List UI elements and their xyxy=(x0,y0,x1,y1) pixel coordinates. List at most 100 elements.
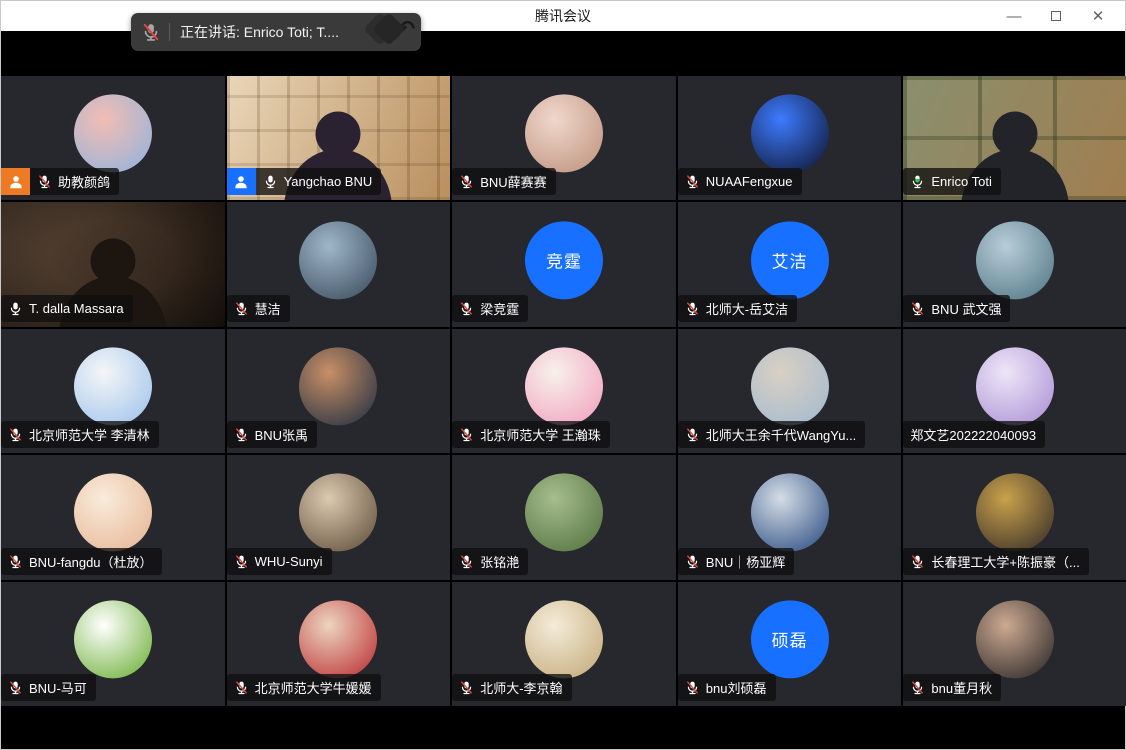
name-label: bnu董月秋 xyxy=(903,674,1001,701)
participant-tile[interactable]: BNU张禹 xyxy=(227,329,451,453)
participant-tile[interactable]: 硕磊 bnu刘硕磊 xyxy=(678,582,902,706)
participant-tile[interactable]: 艾洁 北师大-岳艾洁 xyxy=(678,202,902,326)
name-label: BNU薛赛赛 xyxy=(452,168,555,195)
avatar: 竞霆 xyxy=(525,221,603,299)
mic-icon xyxy=(910,680,925,695)
participant-tile[interactable]: 北京师范大学牛媛媛 xyxy=(227,582,451,706)
avatar-initials: 艾洁 xyxy=(772,247,808,272)
name-label: 北京师范大学 李清林 xyxy=(1,421,159,448)
window-title: 腾讯会议 xyxy=(535,6,591,26)
speaking-banner[interactable]: 正在讲话: Enrico Toti; T.... ↶ xyxy=(131,13,421,51)
participant-name: Yangchao BNU xyxy=(284,174,373,189)
participant-name: bnu董月秋 xyxy=(931,678,992,697)
mic-icon xyxy=(910,554,925,569)
label-row: BNU张禹 xyxy=(227,421,317,448)
participant-tile[interactable]: 张铭滟 xyxy=(452,455,676,579)
participant-tile[interactable]: BNU薛赛赛 xyxy=(452,76,676,200)
name-label: 张铭滟 xyxy=(452,548,528,575)
participant-tile[interactable]: BNU 武文强 xyxy=(903,202,1126,326)
participant-name: 长春理工大学+陈振豪（... xyxy=(931,552,1079,571)
avatar-pink-pig-cartoon xyxy=(525,347,603,425)
avatar-unicorn-rabbit-cartoon xyxy=(976,347,1054,425)
maximize-icon xyxy=(1051,11,1061,21)
participant-tile[interactable]: 北师大-李京翰 xyxy=(452,582,676,706)
maximize-button[interactable] xyxy=(1039,2,1073,30)
participant-name: 北师大王余千代WangYu... xyxy=(706,425,857,444)
participant-tile[interactable]: T. dalla Massara xyxy=(1,202,225,326)
mic-icon xyxy=(8,554,23,569)
label-row: WHU-Sunyi xyxy=(227,548,332,575)
participant-tile[interactable]: NUAAFengxue xyxy=(678,76,902,200)
participant-tile[interactable]: 助教颜鸽 xyxy=(1,76,225,200)
meeting-window: 腾讯会议 — ✕ xyxy=(0,0,1126,750)
label-row: 梁竞霆 xyxy=(452,295,528,322)
name-label: 梁竞霆 xyxy=(452,295,528,322)
participant-name: T. dalla Massara xyxy=(29,301,124,316)
participant-tile[interactable]: Yangchao BNU xyxy=(227,76,451,200)
avatar-person-in-green-field xyxy=(525,474,603,552)
mic-icon xyxy=(459,427,474,442)
participant-name: 北京师范大学牛媛媛 xyxy=(255,678,372,697)
mic-icon xyxy=(685,554,700,569)
participant-tile[interactable]: WHU-Sunyi xyxy=(227,455,451,579)
avatar-giraffe-sketch xyxy=(525,600,603,678)
role-badge-icon xyxy=(1,168,30,195)
label-row: 慧洁 xyxy=(227,295,290,322)
avatar-baby-with-sunglasses xyxy=(299,474,377,552)
participant-tile[interactable]: 郑文艺202222040093 xyxy=(903,329,1126,453)
participant-tile[interactable]: BNU-fangdu（杜放） xyxy=(1,455,225,579)
participant-name: 助教颜鸽 xyxy=(58,172,110,191)
name-label: Enrico Toti xyxy=(903,168,1000,195)
label-row: bnu董月秋 xyxy=(903,674,1001,701)
name-label: NUAAFengxue xyxy=(678,168,802,195)
name-label: 慧洁 xyxy=(227,295,290,322)
mic-icon xyxy=(910,301,925,316)
participant-tile[interactable]: 北师大王余千代WangYu... xyxy=(678,329,902,453)
mute-toggle-mic-icon[interactable] xyxy=(141,22,161,42)
participant-tile[interactable]: 竞霆 梁竞霆 xyxy=(452,202,676,326)
name-label: T. dalla Massara xyxy=(1,295,133,322)
avatar-baby-face-cartoon xyxy=(74,474,152,552)
name-label: BNU-fangdu（杜放） xyxy=(1,548,162,575)
mic-icon xyxy=(685,174,700,189)
participant-tile[interactable]: 北京师范大学 李清林 xyxy=(1,329,225,453)
name-label: BNU-马可 xyxy=(1,674,96,701)
avatar-red-wedding-photo xyxy=(299,600,377,678)
participant-name: bnu刘硕磊 xyxy=(706,678,767,697)
participant-tile[interactable]: Enrico Toti xyxy=(903,76,1126,200)
mic-icon xyxy=(8,680,23,695)
name-label: BNU 武文强 xyxy=(903,295,1010,322)
label-row: 北师大-李京翰 xyxy=(452,674,571,701)
participant-name: 郑文艺202222040093 xyxy=(910,425,1036,444)
avatar-man-blue-shirt-portrait xyxy=(751,474,829,552)
close-button[interactable]: ✕ xyxy=(1081,2,1115,30)
participant-tile[interactable]: 长春理工大学+陈振豪（... xyxy=(903,455,1126,579)
mic-icon xyxy=(234,301,249,316)
name-label: 郑文艺202222040093 xyxy=(903,421,1045,448)
mic-icon xyxy=(234,554,249,569)
participant-tile[interactable]: BNU｜杨亚辉 xyxy=(678,455,902,579)
participant-name: 张铭滟 xyxy=(480,552,519,571)
avatar: 硕磊 xyxy=(751,600,829,678)
participant-tile[interactable]: BNU-马可 xyxy=(1,582,225,706)
mic-icon xyxy=(459,680,474,695)
label-row: BNU 武文强 xyxy=(903,295,1010,322)
label-row: NUAAFengxue xyxy=(678,168,802,195)
participant-tile[interactable]: 慧洁 xyxy=(227,202,451,326)
label-row: bnu刘硕磊 xyxy=(678,674,776,701)
label-row: 北京师范大学牛媛媛 xyxy=(227,674,381,701)
participant-name: 北京师范大学 李清林 xyxy=(29,425,150,444)
label-row: BNU-马可 xyxy=(1,674,96,701)
name-label: WHU-Sunyi xyxy=(227,548,332,575)
minimize-button[interactable]: — xyxy=(997,2,1031,30)
avatar: 艾洁 xyxy=(751,221,829,299)
label-row: 助教颜鸽 xyxy=(1,168,119,195)
participant-name: 北师大-李京翰 xyxy=(480,678,562,697)
name-label: 北京师范大学牛媛媛 xyxy=(227,674,381,701)
participant-name: BNU张禹 xyxy=(255,425,308,444)
participant-tile[interactable]: bnu董月秋 xyxy=(903,582,1126,706)
mic-icon xyxy=(234,680,249,695)
label-row: BNU薛赛赛 xyxy=(452,168,555,195)
participant-name: BNU 武文强 xyxy=(931,299,1001,318)
participant-tile[interactable]: 北京师范大学 王瀚珠 xyxy=(452,329,676,453)
